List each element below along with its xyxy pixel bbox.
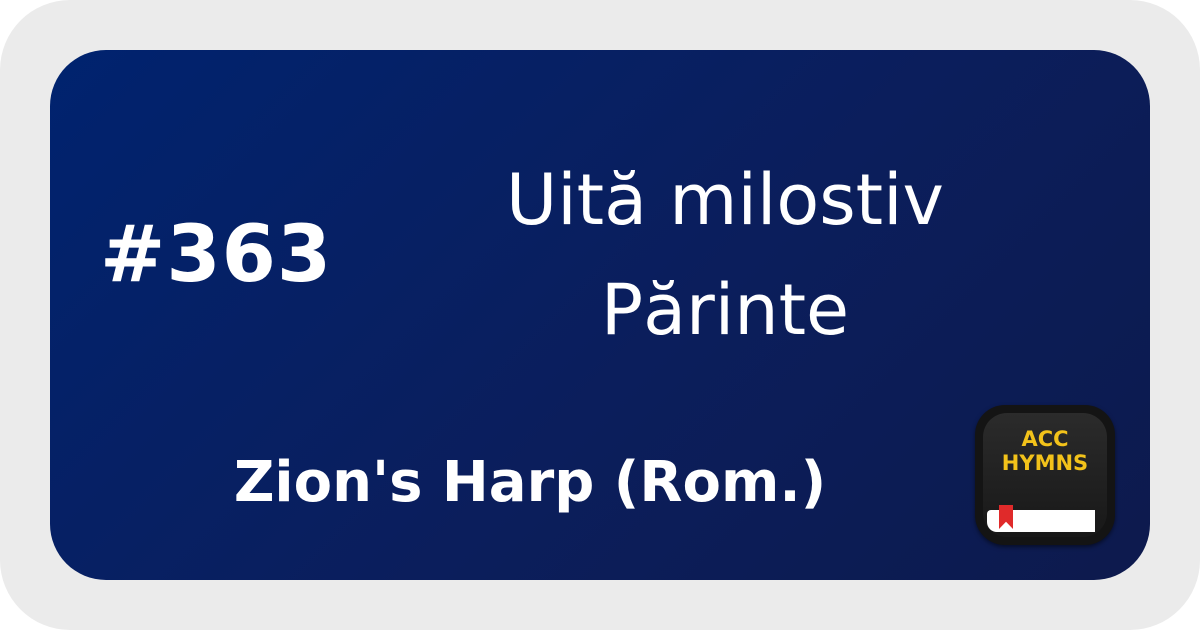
hymn-title-line-1: Uită milostiv — [506, 159, 944, 241]
acc-hymns-logo: ACC HYMNS — [975, 405, 1115, 545]
hymn-number: #363 — [100, 210, 333, 300]
logo-text-line-2: HYMNS — [1001, 451, 1089, 475]
logo-text-line-1: ACC — [1021, 427, 1069, 451]
logo-text: ACC HYMNS — [975, 427, 1115, 475]
hymn-title-line-2: Părinte — [600, 269, 850, 351]
hymnbook-name: Zion's Harp (Rom.) — [233, 450, 827, 515]
hymn-title: Uită milostiv Părinte — [395, 145, 1055, 365]
